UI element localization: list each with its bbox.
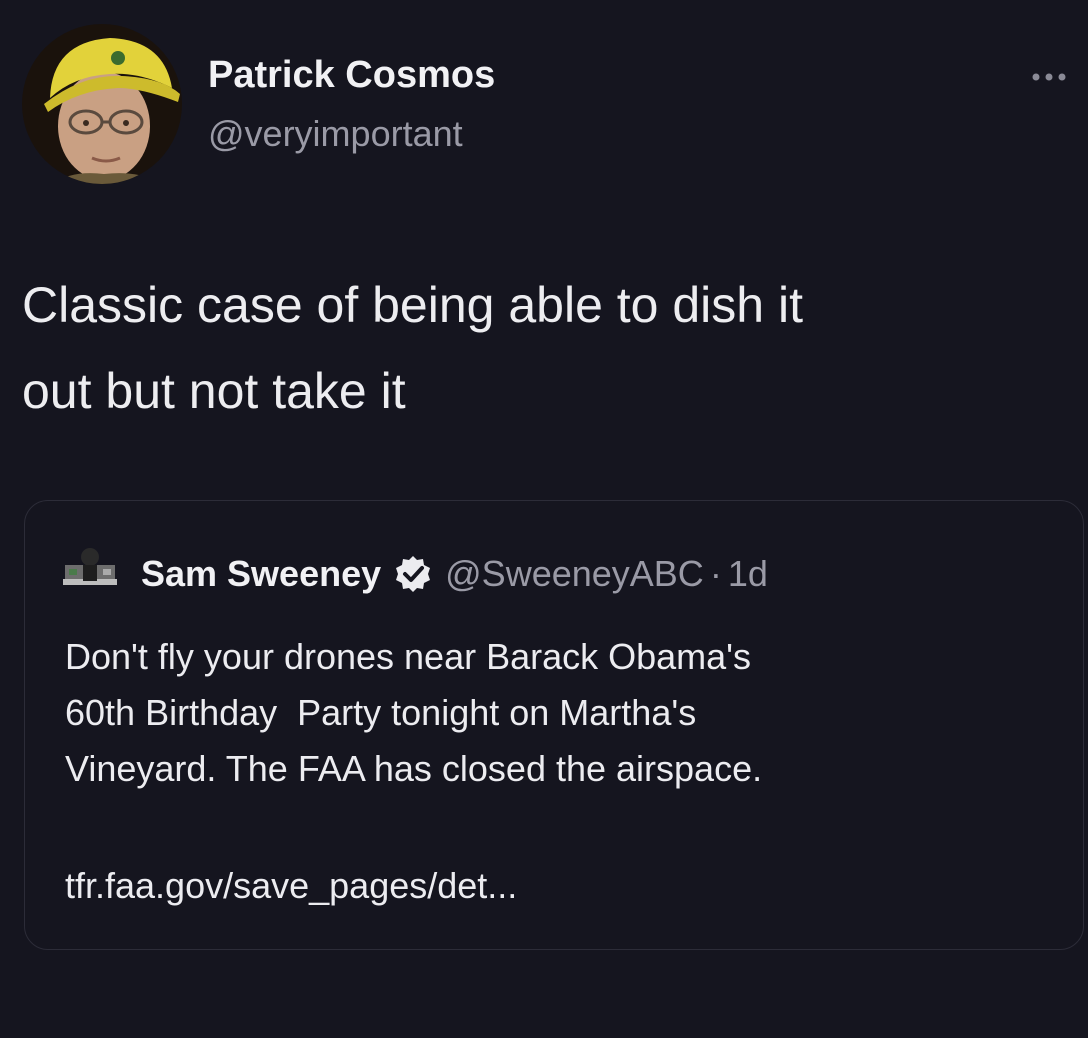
more-horizontal-icon (1032, 73, 1066, 81)
author-avatar[interactable] (22, 24, 182, 184)
tweet-view: Patrick Cosmos @veryimportant Classic ca… (0, 0, 1088, 1038)
header-separator: · (709, 553, 722, 594)
quoted-text-line: 60th Birthday Party tonight on Martha's (65, 692, 697, 733)
verified-badge-icon (393, 554, 433, 594)
quoted-tweet-timestamp[interactable]: 1d (728, 553, 768, 595)
quoted-author-display-name[interactable]: Sam Sweeney (141, 553, 381, 595)
tweet-text-line: Classic case of being able to dish it (22, 277, 803, 333)
tweet-text-line: out but not take it (22, 363, 406, 419)
quoted-tweet-body: Don't fly your drones near Barack Obama'… (65, 629, 1065, 797)
quoted-tweet-header: Sam Sweeney @SweeneyABC · 1d (141, 553, 768, 595)
author-display-name[interactable]: Patrick Cosmos (208, 54, 495, 97)
tweet-body: Classic case of being able to dish it ou… (22, 262, 1062, 434)
quoted-author-avatar[interactable] (63, 541, 117, 595)
quoted-text-line: Don't fly your drones near Barack Obama'… (65, 636, 752, 677)
quoted-text-line: Vineyard. The FAA has closed the airspac… (65, 748, 763, 789)
quoted-tweet-link[interactable]: tfr.faa.gov/save_pages/det... (65, 865, 517, 907)
author-handle[interactable]: @veryimportant (208, 113, 463, 155)
more-options-button[interactable] (1024, 62, 1074, 92)
quoted-tweet-card[interactable]: Sam Sweeney @SweeneyABC · 1d Don't fly y… (24, 500, 1084, 950)
quoted-author-handle[interactable]: @SweeneyABC (445, 553, 704, 595)
